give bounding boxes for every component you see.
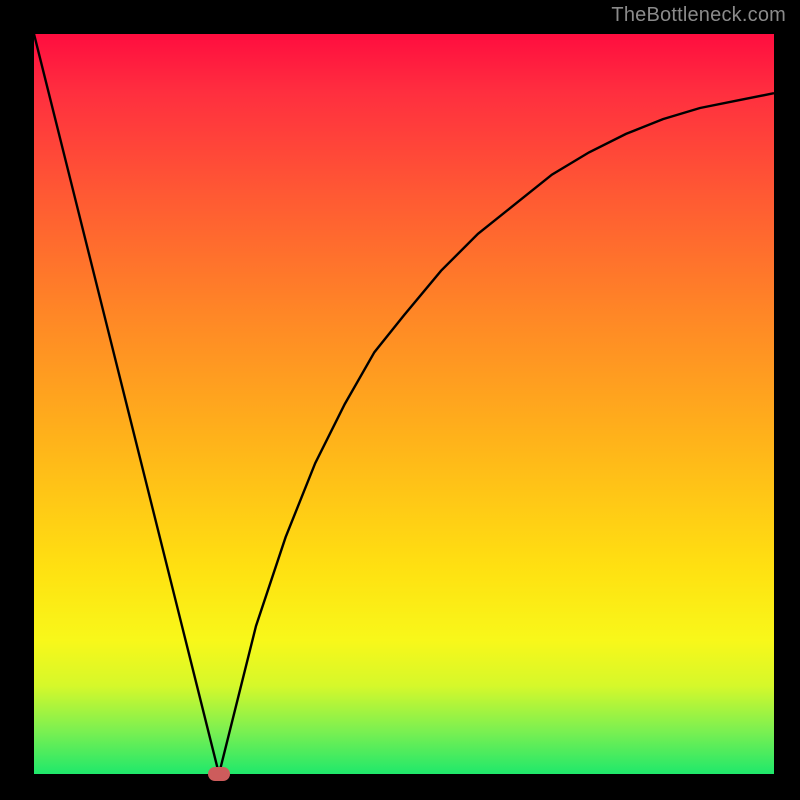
plot-area [34,34,774,774]
attribution-text: TheBottleneck.com [611,4,786,27]
chart-frame: TheBottleneck.com [0,0,800,800]
optimum-marker [208,767,230,781]
bottleneck-curve [34,34,774,774]
curve-svg [34,34,774,774]
